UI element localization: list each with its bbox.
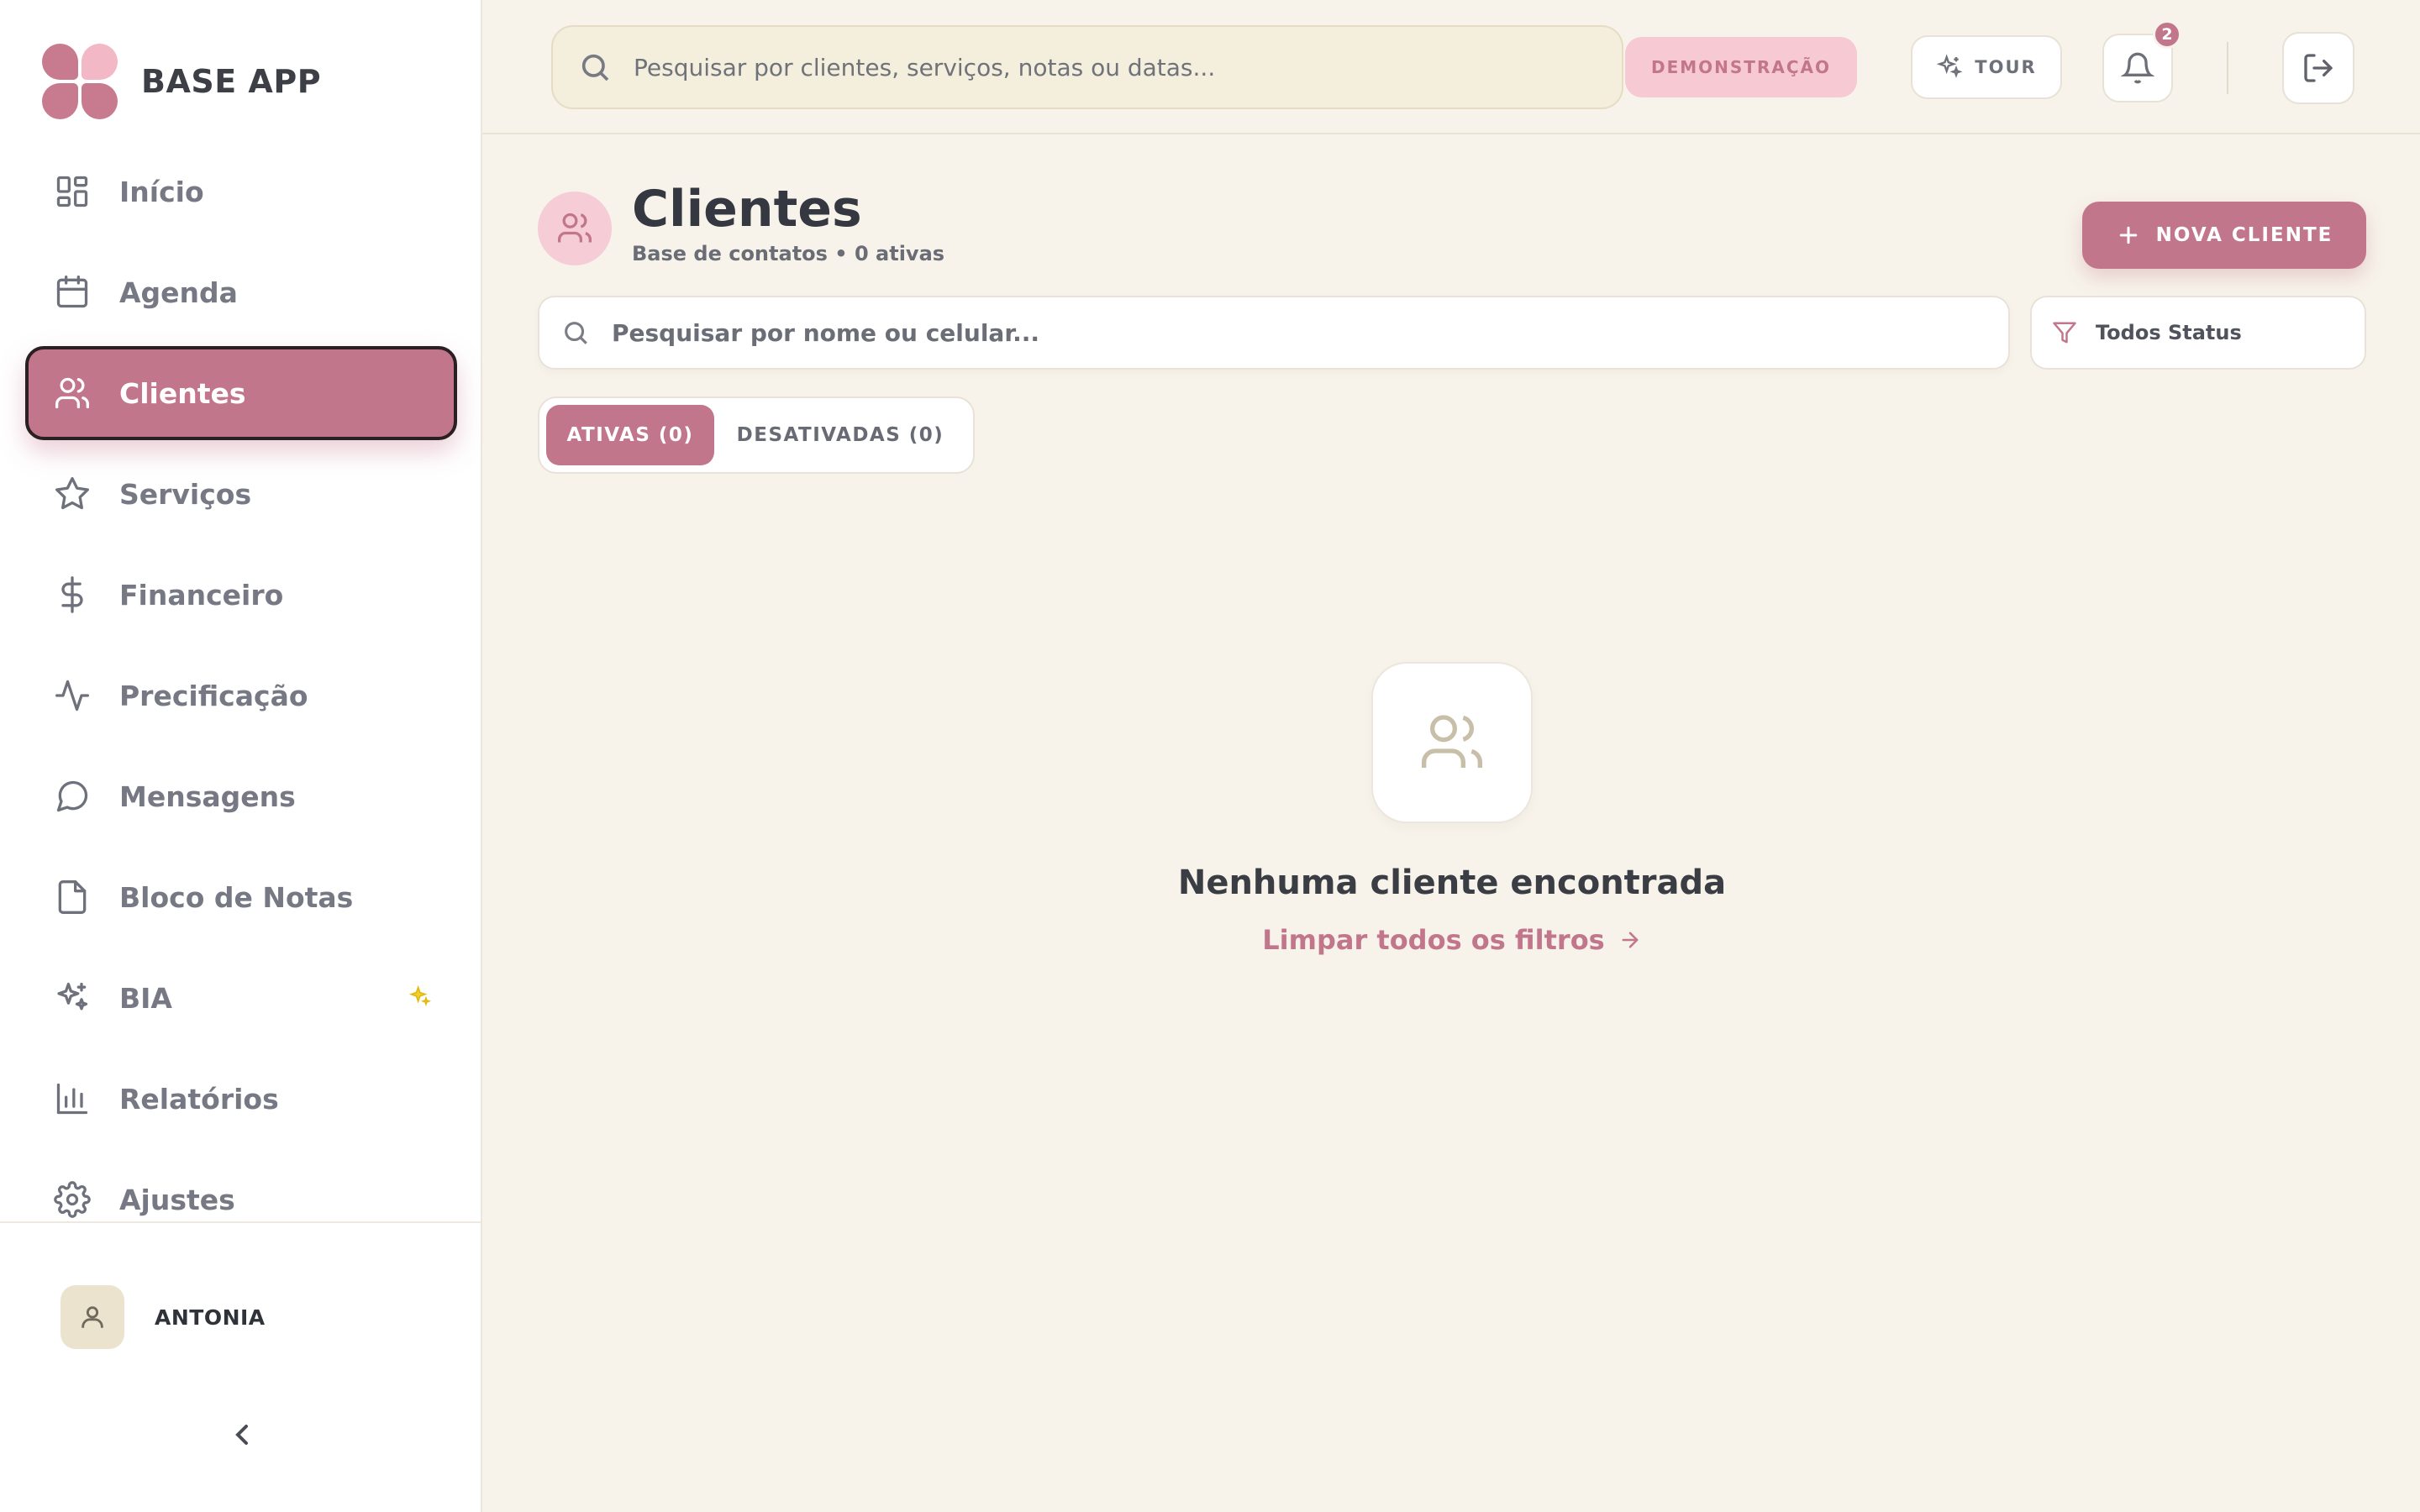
- search-icon: [565, 322, 587, 344]
- status-filter-select[interactable]: Todos Status: [2030, 296, 2366, 370]
- sidebar-item-label: Ajustes: [119, 1183, 235, 1216]
- tour-label: TOUR: [1975, 57, 2037, 77]
- sparkles-icon: [54, 979, 91, 1016]
- tab-ativas[interactable]: ATIVAS (0): [546, 405, 714, 465]
- tab-desativadas[interactable]: DESATIVADAS (0): [714, 405, 966, 465]
- notification-count-badge: 2: [2153, 20, 2181, 49]
- global-search-input[interactable]: [634, 53, 1600, 81]
- arrow-right-icon: [1622, 932, 1639, 948]
- sidebar-item-label: Serviços: [119, 477, 252, 511]
- logout-icon: [2304, 54, 2333, 82]
- sidebar-item-label: Financeiro: [119, 578, 284, 612]
- client-search-input[interactable]: [612, 318, 1956, 347]
- empty-state-icon: [1371, 662, 1533, 823]
- calendar-icon: [54, 274, 91, 311]
- user-icon: [82, 1306, 103, 1328]
- gear-icon: [54, 1181, 91, 1218]
- avatar[interactable]: [60, 1285, 124, 1349]
- search-icon: [581, 54, 609, 81]
- page-title: Clientes: [632, 180, 862, 239]
- app-logo: [42, 44, 118, 119]
- status-tabs: ATIVAS (0) DESATIVADAS (0): [538, 396, 975, 474]
- sidebar-item-inicio[interactable]: Início: [25, 144, 457, 239]
- activity-icon: [54, 677, 91, 714]
- chevron-left-icon: [235, 1425, 248, 1445]
- sidebar-item-label: Agenda: [119, 276, 238, 309]
- clear-filters-link[interactable]: Limpar todos os filtros: [1200, 924, 1704, 956]
- sidebar-item-label: Relatórios: [119, 1082, 279, 1116]
- status-filter-value: Todos Status: [2096, 321, 2242, 344]
- sidebar-item-label: Início: [119, 175, 204, 208]
- sidebar-item-label: Clientes: [119, 376, 246, 410]
- sidebar-item-relatorios[interactable]: Relatórios: [25, 1052, 457, 1146]
- plus-icon: [2119, 226, 2137, 244]
- sidebar-item-financeiro[interactable]: Financeiro: [25, 548, 457, 642]
- sidebar-item-bloco-de-notas[interactable]: Bloco de Notas: [25, 850, 457, 944]
- collapse-sidebar-button[interactable]: [225, 1418, 259, 1452]
- header-divider: [2227, 42, 2228, 94]
- sparkles-icon: [1937, 54, 1963, 78]
- sidebar-item-label: Precificação: [119, 679, 308, 712]
- empty-state-title: Nenhuma cliente encontrada: [1177, 864, 1727, 902]
- page-subtitle: Base de contatos • 0 ativas: [632, 242, 945, 265]
- sidebar-item-label: Mensagens: [119, 780, 296, 813]
- sidebar-item-label: BIA: [119, 981, 172, 1015]
- client-search[interactable]: [538, 296, 2010, 370]
- sidebar-item-clientes[interactable]: Clientes: [25, 346, 457, 440]
- message-icon: [54, 778, 91, 815]
- new-client-label: NOVA CLIENTE: [2155, 224, 2333, 246]
- sidebar-nav: Início Agenda Clientes Serviços Financei…: [25, 144, 457, 1253]
- global-search[interactable]: [551, 25, 1623, 109]
- sidebar-item-bia[interactable]: BIA: [25, 951, 457, 1045]
- sidebar-item-label: Bloco de Notas: [119, 880, 354, 914]
- grid-icon: [54, 173, 91, 210]
- sidebar-item-servicos[interactable]: Serviços: [25, 447, 457, 541]
- users-icon: [558, 213, 592, 243]
- demo-badge: DEMONSTRAÇÃO: [1625, 37, 1857, 97]
- notifications-button[interactable]: 2: [2102, 20, 2181, 102]
- app-name: BASE APP: [141, 63, 322, 100]
- sidebar-item-precificacao[interactable]: Precificação: [25, 648, 457, 743]
- users-icon: [54, 375, 91, 412]
- sidebar-item-agenda[interactable]: Agenda: [25, 245, 457, 339]
- top-header: DEMONSTRAÇÃO TOUR 2: [482, 0, 2420, 134]
- logout-button[interactable]: [2282, 32, 2354, 104]
- bell-icon: [2121, 52, 2154, 84]
- users-icon: [1422, 715, 1482, 768]
- user-profile[interactable]: ANTONIA: [60, 1285, 266, 1349]
- brand[interactable]: BASE APP: [42, 44, 321, 119]
- sidebar-item-mensagens[interactable]: Mensagens: [25, 749, 457, 843]
- file-icon: [54, 879, 91, 916]
- sidebar: BASE APP Início Agenda Clientes Serviços: [0, 0, 482, 1512]
- dollar-icon: [54, 576, 91, 613]
- star-icon: [54, 475, 91, 512]
- new-client-button[interactable]: NOVA CLIENTE: [2082, 202, 2366, 269]
- filter-icon: [2053, 322, 2076, 344]
- tour-button[interactable]: TOUR: [1911, 35, 2062, 99]
- user-name: ANTONIA: [155, 1305, 266, 1330]
- sparkle-icon: [408, 984, 432, 1008]
- bar-chart-icon: [54, 1080, 91, 1117]
- clear-filters-label: Limpar todos os filtros: [1262, 924, 1605, 956]
- sidebar-divider: [0, 1221, 481, 1223]
- sidebar-item-ajustes[interactable]: Ajustes: [25, 1152, 457, 1247]
- page-icon: [538, 192, 612, 265]
